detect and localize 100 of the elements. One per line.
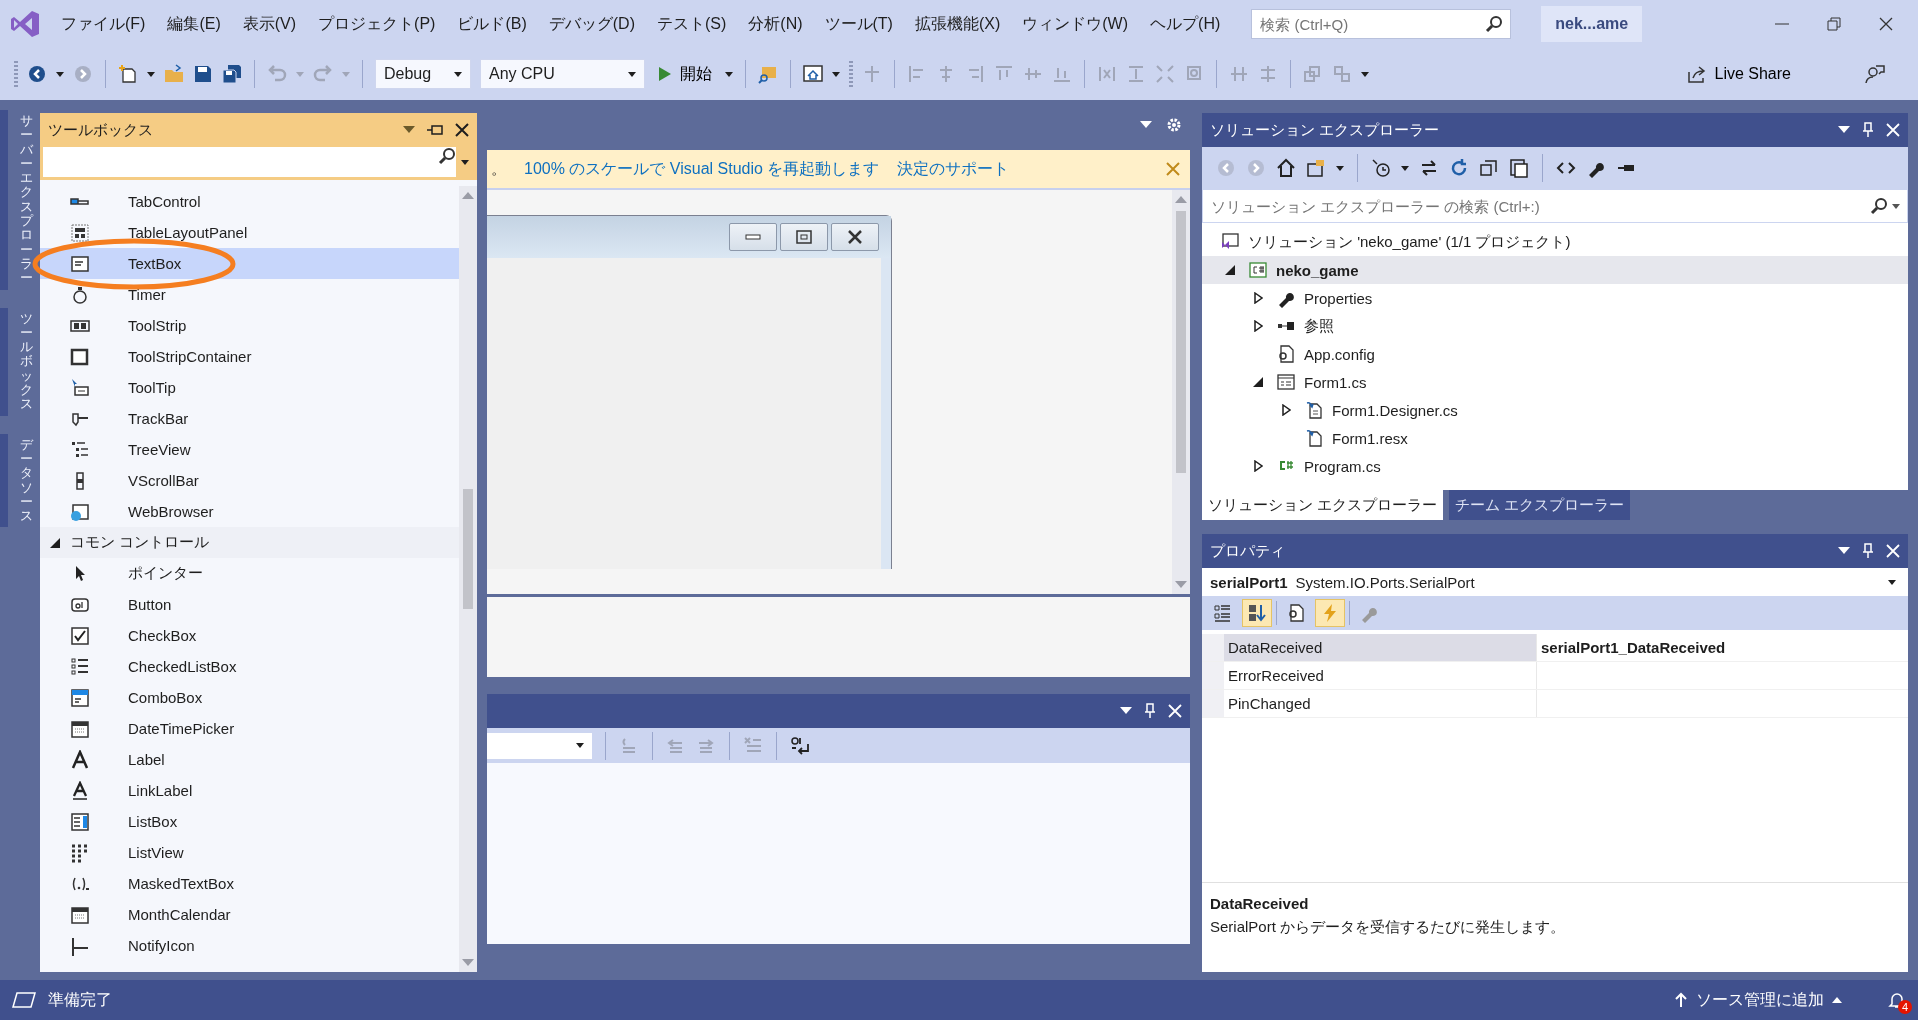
menu-item[interactable]: デバッグ(D) [537, 9, 646, 39]
start-button[interactable]: 開始 [654, 61, 716, 87]
save-icon[interactable] [193, 64, 213, 84]
property-name[interactable]: PinChanged [1224, 690, 1537, 717]
word-wrap-icon[interactable] [790, 735, 810, 756]
toolbox-item[interactable]: ListView [40, 837, 459, 868]
close-icon[interactable] [1878, 16, 1894, 32]
history-clock-icon[interactable] [1371, 158, 1391, 178]
menu-item[interactable]: プロジェクト(P) [307, 9, 447, 39]
minimize-button[interactable] [729, 223, 777, 251]
toolbox-group[interactable]: コモン コントロール [40, 527, 459, 558]
caret-icon[interactable] [1336, 165, 1344, 171]
collapse-all-icon[interactable] [1479, 158, 1499, 178]
collapsed-triangle-icon[interactable] [1253, 320, 1263, 332]
caret-icon[interactable] [147, 71, 155, 77]
tree-item[interactable]: Form1.cs [1202, 368, 1908, 396]
scrollbar[interactable] [459, 186, 477, 972]
platform-dropdown[interactable]: Any CPU [480, 59, 645, 89]
caret-icon[interactable] [832, 71, 840, 77]
toolbar-button[interactable] [1242, 599, 1272, 627]
tree-item[interactable]: Form1.Designer.cs [1202, 396, 1908, 424]
switch-views-icon[interactable] [1306, 158, 1326, 178]
search-field[interactable]: 検索 (Ctrl+Q) [1251, 9, 1512, 39]
back-icon[interactable] [27, 64, 47, 84]
tree-item[interactable]: 参照 [1202, 312, 1908, 340]
solution-search-field[interactable]: ソリューション エクスプローラー の検索 (Ctrl+:) [1202, 189, 1908, 223]
toolbox-item[interactable]: TabControl [40, 186, 459, 217]
close-icon[interactable] [455, 123, 469, 137]
refresh-icon[interactable] [1449, 158, 1469, 178]
toolbox-item[interactable]: Label [40, 744, 459, 775]
menu-item[interactable]: ツール(T) [813, 9, 904, 39]
collapsed-triangle-icon[interactable] [1253, 292, 1263, 304]
toolbox-item[interactable]: ToolStripContainer [40, 341, 459, 372]
toolbox-item[interactable]: NotifyIcon [40, 930, 459, 961]
folder-icon[interactable] [164, 64, 184, 84]
tree-item[interactable]: App.config [1202, 340, 1908, 368]
dropdown-icon[interactable] [1838, 126, 1850, 134]
menu-item[interactable]: 拡張機能(X) [903, 9, 1012, 39]
caret-icon[interactable] [1361, 71, 1369, 77]
restore-icon[interactable] [1826, 16, 1842, 32]
toolbox-item[interactable]: CheckBox [40, 620, 459, 651]
pin-icon[interactable] [427, 124, 443, 136]
toolbox-search-field[interactable] [40, 147, 477, 180]
maximize-button[interactable] [780, 223, 828, 251]
toolbox-item[interactable]: ComboBox [40, 682, 459, 713]
panel-tab[interactable]: チーム エクスプローラー [1449, 490, 1631, 520]
help-link[interactable]: 決定のサポート [897, 158, 1010, 180]
menu-item[interactable]: ファイル(F) [50, 9, 157, 39]
caret-icon[interactable] [56, 71, 64, 77]
caret-icon[interactable] [454, 71, 462, 77]
toolbox-item[interactable]: LinkLabel [40, 775, 459, 806]
toolbox-item[interactable]: TextBox [40, 248, 459, 279]
configuration-dropdown[interactable]: Debug [375, 59, 471, 89]
tree-item[interactable]: neko_game [1202, 256, 1908, 284]
caret-icon[interactable] [1892, 203, 1900, 209]
property-name[interactable]: DataReceived [1224, 634, 1537, 661]
toolbox-item[interactable]: ListBox [40, 806, 459, 837]
caret-icon[interactable] [628, 71, 636, 77]
menu-item[interactable]: ウィンドウ(W) [1011, 9, 1140, 39]
toolbox-item[interactable]: ToolTip [40, 372, 459, 403]
dropdown-icon[interactable] [1140, 121, 1152, 129]
dropdown-icon[interactable] [1120, 707, 1132, 715]
scrollbar[interactable] [1172, 190, 1190, 594]
feedback-person-icon[interactable] [1865, 64, 1885, 84]
menu-item[interactable]: 分析(N) [737, 9, 814, 39]
toolbox-item[interactable]: CheckedListBox [40, 651, 459, 682]
sync-arrows-icon[interactable] [1419, 158, 1439, 178]
property-name[interactable]: ErrorReceived [1224, 662, 1537, 689]
caret-icon[interactable] [1401, 165, 1409, 171]
tree-item[interactable]: Program.cs [1202, 452, 1908, 480]
restart-link[interactable]: 100% のスケールで Visual Studio を再起動します [524, 158, 880, 180]
menu-item[interactable]: ビルド(B) [446, 9, 538, 39]
save-all-icon[interactable] [222, 64, 242, 84]
collapsed-triangle-icon[interactable] [1253, 460, 1263, 472]
toolbox-item[interactable]: Button [40, 589, 459, 620]
collapsed-triangle-icon[interactable] [1281, 404, 1291, 416]
toolbox-item[interactable]: VScrollBar [40, 465, 459, 496]
close-button[interactable] [831, 223, 879, 251]
menu-item[interactable]: ヘルプ(H) [1139, 9, 1232, 39]
gear-icon[interactable] [1166, 117, 1182, 133]
expanded-triangle-icon[interactable] [1253, 377, 1263, 387]
dropdown-icon[interactable] [403, 126, 415, 134]
toolbox-item[interactable]: ToolStrip [40, 310, 459, 341]
tree-item[interactable]: Form1.resx [1202, 424, 1908, 452]
panel-tab[interactable]: ソリューション エクスプローラー [1202, 490, 1444, 520]
scrollbar-thumb[interactable] [463, 489, 473, 609]
live-share-button[interactable]: Live Share [1680, 63, 1797, 85]
tree-item[interactable]: ソリューション 'neko_game' (1/1 プロジェクト) [1202, 228, 1908, 256]
source-control-button[interactable]: ソース管理に追加 [1668, 988, 1848, 1012]
menu-item[interactable]: テスト(S) [645, 9, 738, 39]
toolbox-item[interactable]: TableLayoutPanel [40, 217, 459, 248]
bell-icon[interactable] [1888, 991, 1906, 1009]
toolbox-item[interactable]: TreeView [40, 434, 459, 465]
new-project-icon[interactable] [118, 64, 138, 84]
home-window-icon[interactable] [803, 64, 823, 84]
menu-item[interactable]: 表示(V) [231, 9, 308, 39]
expanded-triangle-icon[interactable] [1225, 265, 1235, 275]
caret-icon[interactable] [1888, 579, 1896, 585]
find-folder-icon[interactable] [758, 64, 778, 84]
toolbox-item[interactable]: ポインター [40, 558, 459, 589]
